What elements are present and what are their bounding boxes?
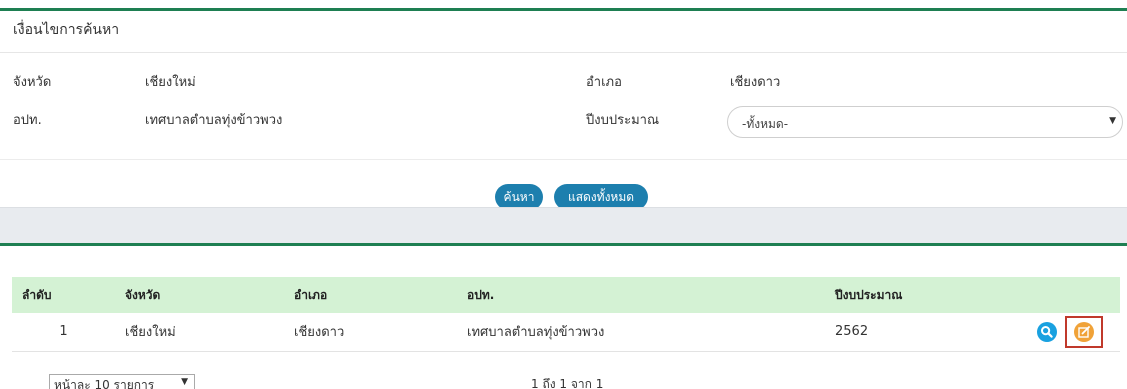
cell-org: เทศบาลตำบลทุ่งข้าวพวง: [467, 325, 605, 341]
divider: [0, 159, 1127, 160]
fiscal-year-select[interactable]: -ทั้งหมด- ▼: [727, 106, 1123, 138]
page-size-select[interactable]: หน้าละ 10 รายการ ▼: [49, 374, 195, 389]
org-label: อปท.: [13, 113, 42, 128]
separator-band: [0, 207, 1127, 243]
panel-title: เงื่อนไขการค้นหา: [13, 22, 120, 38]
table-header-row: ลำดับ จังหวัด อำเภอ อปท. ปีงบประมาณ: [12, 277, 1120, 313]
column-header-district: อำเภอ: [294, 287, 328, 302]
divider: [0, 52, 1127, 53]
org-value: เทศบาลตำบลทุ่งข้าวพวง: [145, 113, 283, 128]
edit-button[interactable]: [1065, 316, 1103, 348]
column-header-order: ลำดับ: [22, 287, 52, 302]
edit-icon-badge: [1074, 322, 1094, 342]
section-divider: [0, 243, 1127, 246]
column-header-province: จังหวัด: [125, 287, 161, 302]
cell-province: เชียงใหม่: [125, 325, 176, 341]
cell-order: 1: [59, 324, 68, 340]
column-header-actions: [1025, 277, 1120, 313]
fiscal-year-label: ปีงบประมาณ: [586, 113, 659, 128]
cell-district: เชียงดาว: [294, 325, 345, 341]
search-icon: [1041, 326, 1053, 338]
pagination-info: 1 ถึง 1 จาก 1: [531, 377, 604, 389]
cell-actions: [1025, 313, 1120, 351]
page-size-value: หน้าละ 10 รายการ: [54, 378, 155, 389]
district-label: อำเภอ: [586, 75, 622, 90]
results-table: ลำดับ จังหวัด อำเภอ อปท. ปีงบประมาณ 1 เช…: [12, 277, 1120, 352]
chevron-down-icon: ▼: [181, 377, 188, 387]
column-header-fiscal-year: ปีงบประมาณ: [835, 287, 903, 302]
results-table-wrapper: ลำดับ จังหวัด อำเภอ อปท. ปีงบประมาณ 1 เช…: [12, 277, 1120, 352]
column-header-org: อปท.: [467, 287, 495, 302]
district-value: เชียงดาว: [730, 75, 781, 90]
province-value: เชียงใหม่: [145, 75, 196, 90]
chevron-down-icon: ▼: [1109, 116, 1116, 126]
search-panel: เงื่อนไขการค้นหา จังหวัด เชียงใหม่ อำเภอ…: [0, 8, 1127, 210]
edit-icon: [1078, 326, 1090, 338]
province-label: จังหวัด: [13, 75, 52, 90]
fiscal-year-selected-value: -ทั้งหมด-: [742, 117, 789, 131]
cell-fiscal-year: 2562: [835, 324, 869, 340]
table-row: 1 เชียงใหม่ เชียงดาว เทศบาลตำบลทุ่งข้าวพ…: [12, 313, 1120, 351]
view-button[interactable]: [1037, 322, 1057, 342]
